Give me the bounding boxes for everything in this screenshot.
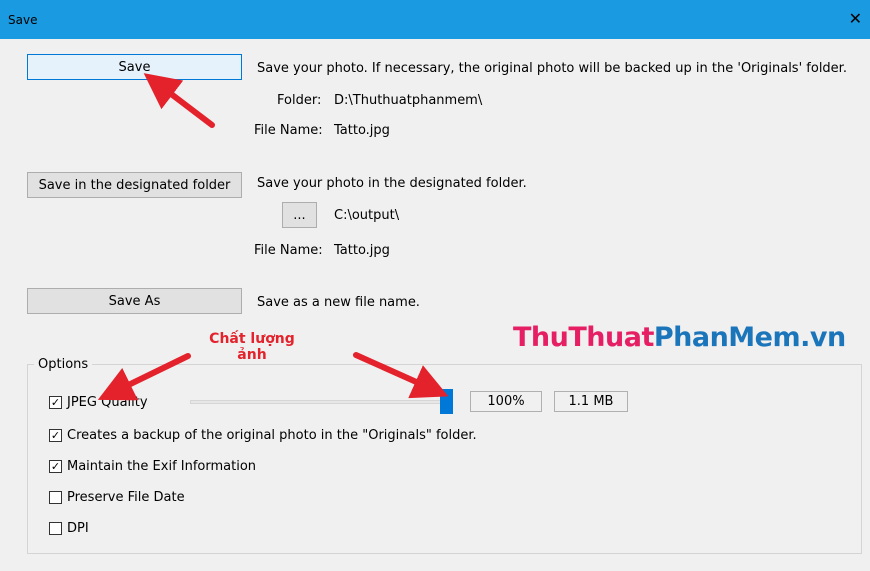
arrow-to-save-button — [143, 73, 215, 128]
arrow-to-slider — [353, 352, 449, 399]
annotation-arrows — [97, 73, 449, 401]
arrow-to-jpeg-quality — [97, 353, 191, 401]
